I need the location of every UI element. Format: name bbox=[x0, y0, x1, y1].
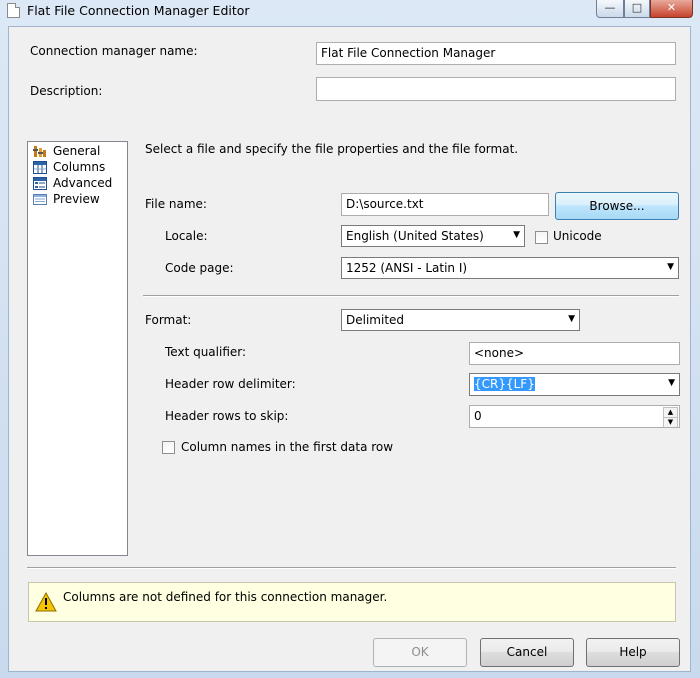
format-select[interactable]: Delimited ▼ bbox=[341, 309, 580, 331]
maximize-button[interactable]: □ bbox=[624, 0, 650, 18]
header-row-delimiter-select[interactable]: {CR}{LF} ▼ bbox=[469, 373, 680, 396]
minimize-button[interactable]: — bbox=[596, 0, 624, 18]
dialog-client-area: Connection manager name: Flat File Conne… bbox=[8, 26, 691, 672]
locale-select[interactable]: English (United States) ▼ bbox=[341, 225, 525, 247]
unicode-label: Unicode bbox=[553, 229, 602, 243]
format-value: Delimited bbox=[346, 313, 405, 327]
unicode-checkbox[interactable] bbox=[535, 231, 548, 244]
window-title: Flat File Connection Manager Editor bbox=[27, 3, 250, 18]
cancel-button[interactable]: Cancel bbox=[480, 638, 574, 667]
description-label: Description: bbox=[30, 84, 103, 98]
general-icon bbox=[33, 146, 46, 157]
format-label: Format: bbox=[145, 313, 192, 327]
code-page-value: 1252 (ANSI - Latin I) bbox=[346, 261, 468, 275]
text-qualifier-input[interactable]: <none> bbox=[469, 342, 680, 365]
dialog-window: Flat File Connection Manager Editor — □ … bbox=[0, 0, 700, 678]
locale-label: Locale: bbox=[165, 229, 208, 243]
advanced-icon bbox=[33, 177, 47, 190]
nav-item-label: Columns bbox=[53, 160, 106, 174]
warning-message: Columns are not defined for this connect… bbox=[63, 590, 388, 604]
bottom-divider bbox=[27, 567, 676, 569]
code-page-select[interactable]: 1252 (ANSI - Latin I) ▼ bbox=[341, 257, 679, 279]
help-button[interactable]: Help bbox=[586, 638, 680, 667]
columns-icon bbox=[33, 161, 47, 174]
warning-bar: Columns are not defined for this connect… bbox=[28, 582, 676, 622]
code-page-label: Code page: bbox=[165, 261, 234, 275]
nav-item-label: Advanced bbox=[53, 176, 113, 190]
text-qualifier-label: Text qualifier: bbox=[165, 345, 247, 359]
nav-item-label: General bbox=[53, 144, 101, 158]
preview-icon bbox=[33, 194, 47, 205]
warning-icon bbox=[35, 592, 57, 612]
header-row-delimiter-value: {CR}{LF} bbox=[474, 377, 535, 391]
spin-down-icon[interactable]: ▼ bbox=[663, 417, 678, 427]
section-divider bbox=[143, 295, 679, 297]
chevron-down-icon: ▼ bbox=[513, 230, 520, 240]
title-bar: Flat File Connection Manager Editor — □ … bbox=[0, 0, 700, 22]
connection-name-input[interactable]: Flat File Connection Manager bbox=[316, 42, 676, 65]
column-names-label: Column names in the first data row bbox=[181, 440, 394, 454]
description-input[interactable] bbox=[316, 77, 676, 101]
chevron-down-icon: ▼ bbox=[668, 378, 675, 388]
browse-button[interactable]: Browse... bbox=[555, 192, 679, 220]
header-row-delimiter-label: Header row delimiter: bbox=[165, 377, 296, 391]
navigation-pane: General Columns Advanced Preview bbox=[27, 141, 128, 556]
header-rows-skip-label: Header rows to skip: bbox=[165, 409, 289, 423]
file-name-label: File name: bbox=[145, 197, 207, 211]
header-rows-skip-value: 0 bbox=[474, 409, 482, 423]
close-button[interactable]: ✕ bbox=[650, 0, 693, 18]
nav-item-label: Preview bbox=[53, 192, 100, 206]
document-icon bbox=[7, 3, 20, 18]
chevron-down-icon: ▼ bbox=[568, 314, 575, 324]
header-rows-skip-stepper[interactable]: 0 ▲ ▼ bbox=[469, 405, 680, 428]
ok-button[interactable]: OK bbox=[373, 638, 467, 667]
locale-value: English (United States) bbox=[346, 229, 484, 243]
instructions-text: Select a file and specify the file prope… bbox=[145, 142, 519, 156]
connection-name-label: Connection manager name: bbox=[30, 44, 198, 58]
chevron-down-icon: ▼ bbox=[667, 262, 674, 272]
file-name-input[interactable]: D:\source.txt bbox=[341, 193, 549, 216]
column-names-checkbox[interactable] bbox=[162, 441, 175, 454]
